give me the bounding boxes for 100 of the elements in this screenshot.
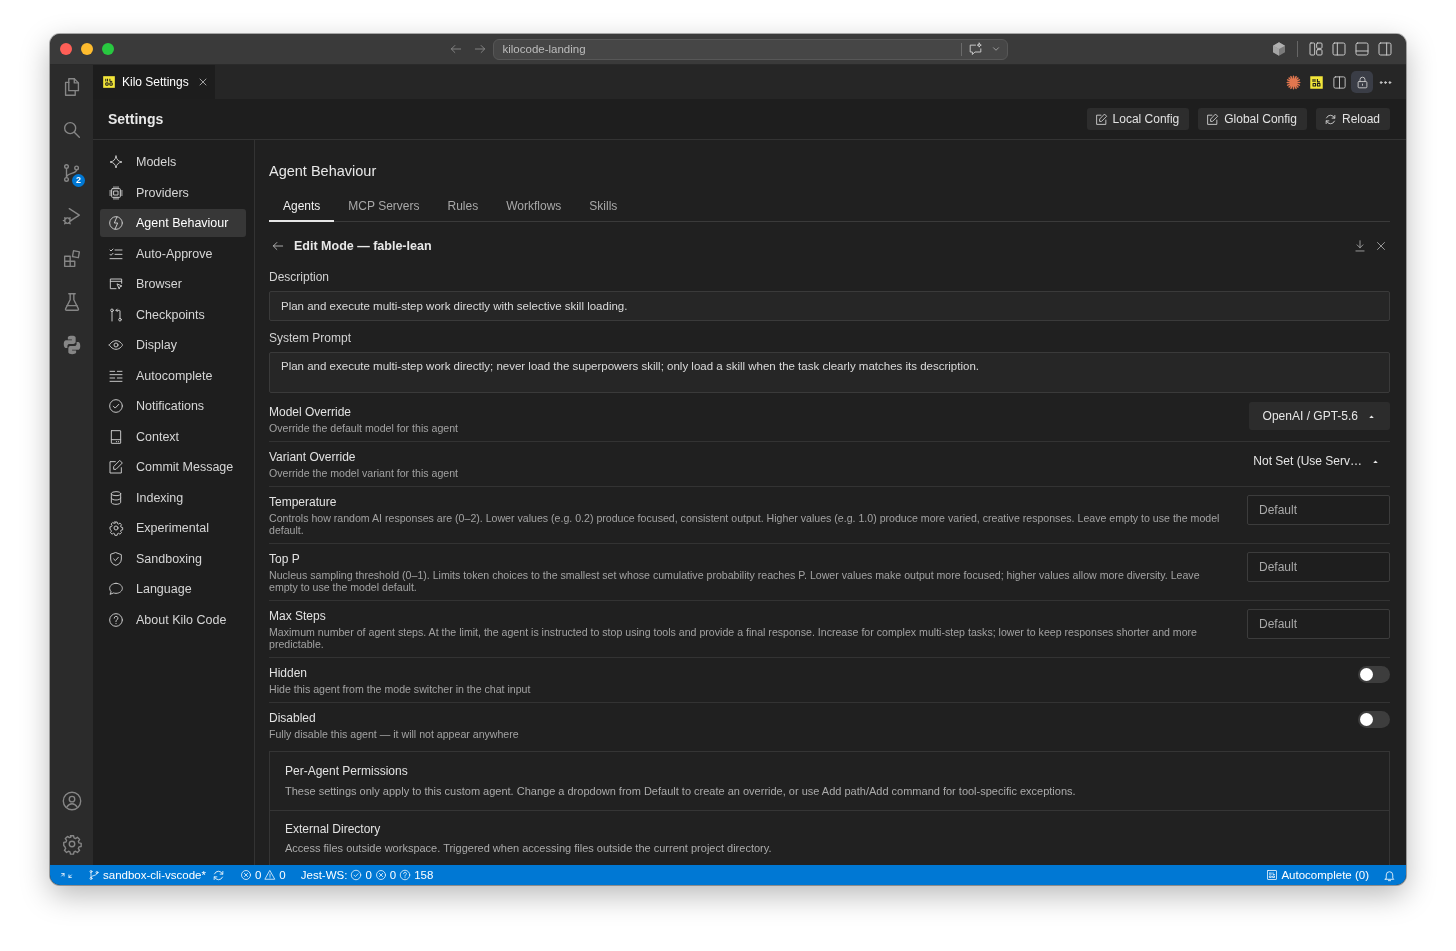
lock-icon[interactable] <box>1351 71 1373 93</box>
sidebar-item[interactable]: Context <box>100 422 246 451</box>
reload-button[interactable]: Reload <box>1315 108 1390 130</box>
setting-title: Disabled <box>269 711 317 726</box>
setting-description: Maximum number of agent steps. At the limit, the agent is instructed to stop using tools and provide a final response. Increase for complex multi-step tasks; lower to keep responses shorter and more predictable. <box>269 626 1198 650</box>
sidebar-item[interactable]: Browser <box>100 270 246 298</box>
close-icon[interactable] <box>1374 239 1388 253</box>
branch-compare-icon <box>108 306 124 323</box>
bell-icon[interactable] <box>1383 868 1396 882</box>
panel-icon <box>108 428 124 445</box>
warning-icon <box>264 869 277 881</box>
shield-icon <box>108 550 124 567</box>
setting-title: Temperature <box>269 495 338 510</box>
config-button[interactable]: Local Config <box>1086 108 1190 130</box>
sidebar-item[interactable]: Agent Behaviour <box>100 209 246 237</box>
field-label: Description <box>269 270 331 284</box>
check-circle-icon <box>108 398 124 414</box>
download-icon[interactable] <box>1353 239 1367 253</box>
toggle-switch[interactable] <box>1358 711 1390 728</box>
setting-title: Model Override <box>269 405 353 420</box>
setting-description: Controls how random AI responses are (0–2). Lower values (e.g. 0.2) produce focused, consistent output. Higher values (e.g. 1.0) produce more varied, creative responses. Leave empty to use the model default. <box>269 512 1221 536</box>
sidebar-item[interactable]: Commit Message <box>100 453 246 481</box>
gear-icon <box>108 520 124 536</box>
branch-status[interactable]: sandbox-cli-vscode* <box>88 865 206 885</box>
number-input[interactable]: Default <box>1247 552 1390 582</box>
edit-icon <box>108 459 124 475</box>
badge-count: 2 <box>72 174 85 187</box>
editor-tab[interactable]: Kilo Settings <box>93 65 215 99</box>
layout-icon[interactable] <box>1308 41 1324 57</box>
question-icon <box>399 869 412 881</box>
autocomplete-status[interactable]: Autocomplete (0) <box>1266 865 1369 885</box>
config-button[interactable]: Global Config <box>1198 108 1307 130</box>
page-tab[interactable]: Agents <box>269 192 335 222</box>
number-input[interactable]: Default <box>1247 609 1390 639</box>
command-center[interactable]: kilocode-landing <box>492 38 1008 60</box>
bolt-circle-icon <box>108 215 124 231</box>
sidebar-item[interactable]: Display <box>100 331 246 359</box>
variant-dropdown[interactable]: Not Set (Use Serv… <box>1247 450 1390 472</box>
permission-description: Access files outside workspace. Triggered when accessing files outside the current project directory. <box>285 841 773 855</box>
sidebar-item[interactable]: Models <box>100 148 246 176</box>
number-input[interactable]: Default <box>1247 495 1390 525</box>
sidebar-item[interactable]: Language <box>100 575 246 603</box>
sync-icon[interactable] <box>211 868 225 882</box>
page-title: Agent Behaviour <box>269 162 378 180</box>
chevron-down-icon[interactable] <box>990 44 1001 54</box>
logo-icon <box>102 75 116 89</box>
setting-title: Hidden <box>269 666 309 681</box>
page-tab[interactable]: Rules <box>433 192 493 222</box>
field-label: System Prompt <box>269 331 353 345</box>
branch-icon <box>88 869 100 881</box>
sidebar-item[interactable]: Indexing <box>100 483 246 512</box>
settings-title: Settings <box>108 111 164 127</box>
setting-title: Variant Override <box>269 450 357 465</box>
description-field[interactable]: Plan and execute multi-step work directly with selective skill loading. <box>269 291 1390 321</box>
back-arrow-icon[interactable] <box>271 239 285 253</box>
page-tab[interactable]: MCP Servers <box>334 192 434 222</box>
setting-description: Fully disable this agent — it will not appear anywhere <box>269 728 520 740</box>
permissions-description: These settings only apply to this custom agent. Change a dropdown from Default to create an override, or use Add path/Add command for tool-specific exceptions. <box>285 784 1077 798</box>
gear-icon[interactable] <box>60 832 83 855</box>
sidebar-item[interactable]: Checkpoints <box>100 300 246 329</box>
permissions-title: Per-Agent Permissions <box>285 764 409 778</box>
close-window-icon[interactable] <box>60 43 72 55</box>
edit-mode-title: Edit Mode — fable-lean <box>294 239 432 253</box>
sidebar-right-icon[interactable] <box>1377 41 1393 57</box>
model-dropdown[interactable]: OpenAI / GPT-5.6 <box>1248 402 1390 430</box>
page-tab[interactable]: Skills <box>575 192 632 222</box>
logo-icon <box>1266 869 1279 881</box>
sidebar-item[interactable]: Notifications <box>100 392 246 420</box>
setting-description: Hide this agent from the mode switcher in the chat input <box>269 683 532 695</box>
browser-icon <box>108 276 124 292</box>
sidebar-left-icon[interactable] <box>1331 41 1347 57</box>
reload-icon <box>1323 112 1337 126</box>
problems-status[interactable]: 0 0 <box>239 865 286 885</box>
setting-description: Override the default model for this agent <box>269 422 460 434</box>
page-tab[interactable]: Workflows <box>492 192 576 222</box>
setting-description: Override the model variant for this agent <box>269 467 460 479</box>
edit-icon <box>1206 112 1220 126</box>
chat-sparkle-icon[interactable] <box>967 41 983 57</box>
error-icon <box>239 869 252 881</box>
sidebar-item[interactable]: Autocomplete <box>100 361 246 390</box>
cube-icon[interactable] <box>1271 41 1287 57</box>
account-icon[interactable] <box>60 789 83 812</box>
speech-bubble-icon <box>108 581 124 597</box>
setting-title: Max Steps <box>269 609 327 624</box>
sidebar-item[interactable]: Experimental <box>100 514 246 542</box>
test-status[interactable]: Jest-WS: 0 0 158 <box>300 865 434 885</box>
check-circle-icon <box>350 869 363 881</box>
sidebar-item[interactable]: Sandboxing <box>100 544 246 573</box>
panel-bottom-icon[interactable] <box>1354 41 1370 57</box>
database-icon <box>108 489 124 506</box>
close-icon[interactable] <box>197 76 209 88</box>
sidebar-item[interactable]: Auto-Approve <box>100 239 246 268</box>
question-icon <box>108 611 124 628</box>
sidebar-item[interactable]: Providers <box>100 178 246 207</box>
sidebar-item[interactable]: About Kilo Code <box>100 605 246 634</box>
toggle-switch[interactable] <box>1358 666 1390 683</box>
setting-title: Top P <box>269 552 301 567</box>
maximize-window-icon[interactable] <box>102 43 114 55</box>
system-prompt-field[interactable]: Plan and execute multi-step work directly; never load the superpowers skill; only load a skill when the task clearly matches its description. <box>269 352 1390 393</box>
minimize-window-icon[interactable] <box>81 43 93 55</box>
